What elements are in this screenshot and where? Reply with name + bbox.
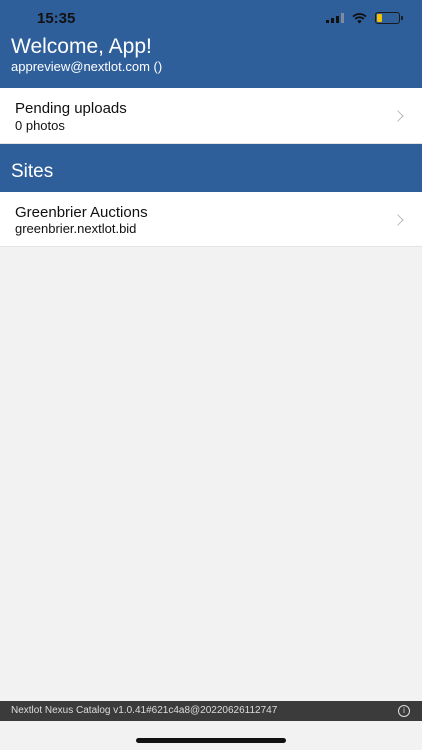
- wifi-icon: [352, 12, 367, 23]
- signal-icon: [326, 13, 344, 23]
- site-domain: greenbrier.nextlot.bid: [15, 221, 137, 236]
- info-icon[interactable]: i: [398, 705, 410, 717]
- status-bar: 15:35: [0, 0, 422, 32]
- sites-section-title: Sites: [11, 161, 54, 182]
- welcome-header: Welcome, App! appreview@nextlot.com (): [0, 32, 422, 88]
- chevron-right-icon: [392, 214, 404, 226]
- account-email: appreview@nextlot.com (): [11, 59, 163, 74]
- home-indicator[interactable]: [136, 738, 286, 743]
- site-row[interactable]: Greenbrier Auctions greenbrier.nextlot.b…: [0, 192, 422, 247]
- pending-uploads-title: Pending uploads: [15, 100, 127, 117]
- welcome-title: Welcome, App!: [11, 35, 152, 58]
- site-name: Greenbrier Auctions: [15, 204, 148, 221]
- status-time: 15:35: [37, 10, 76, 27]
- sites-section-header: Sites: [0, 144, 422, 192]
- pending-uploads-row[interactable]: Pending uploads 0 photos: [0, 88, 422, 144]
- chevron-right-icon: [392, 110, 404, 122]
- app-version: Nextlot Nexus Catalog v1.0.41#621c4a8@20…: [11, 705, 278, 716]
- app-footer: Nextlot Nexus Catalog v1.0.41#621c4a8@20…: [0, 701, 422, 721]
- battery-icon: [375, 12, 403, 24]
- pending-uploads-count: 0 photos: [15, 118, 65, 133]
- status-icons: [326, 12, 403, 24]
